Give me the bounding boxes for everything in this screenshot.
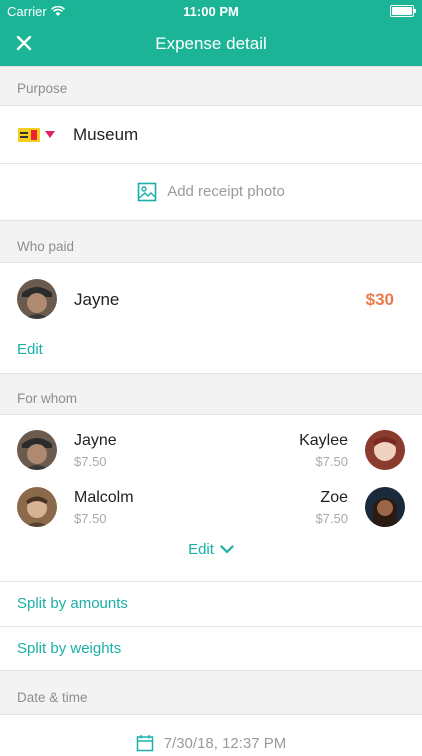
image-icon	[137, 182, 157, 201]
split-by-amounts-link[interactable]: Split by amounts	[17, 595, 128, 612]
avatar-jayne	[17, 279, 57, 319]
category-ticket-icon[interactable]	[18, 128, 40, 142]
avatar-malcolm	[17, 487, 57, 527]
participants-grid: Jayne $7.50 Kaylee $7.50 Malcolm $7.50 Z…	[0, 415, 422, 581]
participant-share: $7.50	[315, 511, 348, 526]
edit-payer-link[interactable]: Edit	[17, 341, 43, 358]
participant-name: Malcolm	[74, 489, 134, 506]
status-time: 11:00 PM	[183, 4, 239, 19]
nav-bar: Carrier 11:00 PM Expense detail	[0, 0, 422, 66]
section-label-for-whom: For whom	[17, 391, 78, 406]
participant-share: $7.50	[74, 454, 107, 469]
page-title: Expense detail	[155, 34, 267, 53]
payer-amount: $30	[365, 290, 394, 309]
split-by-amounts-row[interactable]: Split by amounts	[0, 582, 422, 626]
payer-name: Jayne	[74, 290, 120, 309]
section-label-date-time: Date & time	[17, 690, 88, 705]
section-header-purpose: Purpose	[0, 66, 422, 106]
split-by-weights-row[interactable]: Split by weights	[0, 627, 422, 670]
purpose-text[interactable]: Museum	[73, 125, 138, 145]
section-header-for-whom: For whom	[0, 373, 422, 415]
section-header-date-time: Date & time	[0, 670, 422, 715]
edit-participants-button[interactable]: Edit	[0, 541, 422, 558]
calendar-icon	[136, 735, 153, 752]
participant-name: Zoe	[320, 489, 348, 506]
section-label-purpose: Purpose	[17, 81, 68, 96]
date-time-value: 7/30/18, 12:37 PM	[163, 734, 287, 752]
participant-share: $7.50	[74, 511, 107, 526]
avatar-jayne	[17, 430, 57, 470]
avatar-zoe	[365, 487, 405, 527]
participant-name: Jayne	[74, 432, 117, 449]
purpose-row[interactable]: Museum	[0, 106, 422, 163]
payer-row: Jayne $30 Edit	[0, 263, 422, 373]
edit-participants-label: Edit	[188, 541, 214, 558]
participant-name: Kaylee	[299, 432, 348, 449]
participant-share: $7.50	[315, 454, 348, 469]
status-bar: Carrier 11:00 PM	[0, 0, 422, 22]
add-receipt-label: Add receipt photo	[167, 183, 285, 200]
category-dropdown-caret[interactable]	[45, 131, 55, 138]
chevron-down-icon	[220, 545, 234, 554]
add-receipt-photo-button[interactable]: Add receipt photo	[0, 163, 422, 220]
split-by-weights-link[interactable]: Split by weights	[17, 640, 121, 657]
section-header-who-paid: Who paid	[0, 220, 422, 263]
date-time-row[interactable]: 7/30/18, 12:37 PM	[0, 730, 422, 756]
battery-icon	[390, 5, 416, 17]
avatar-kaylee	[365, 430, 405, 470]
section-label-who-paid: Who paid	[17, 239, 75, 254]
